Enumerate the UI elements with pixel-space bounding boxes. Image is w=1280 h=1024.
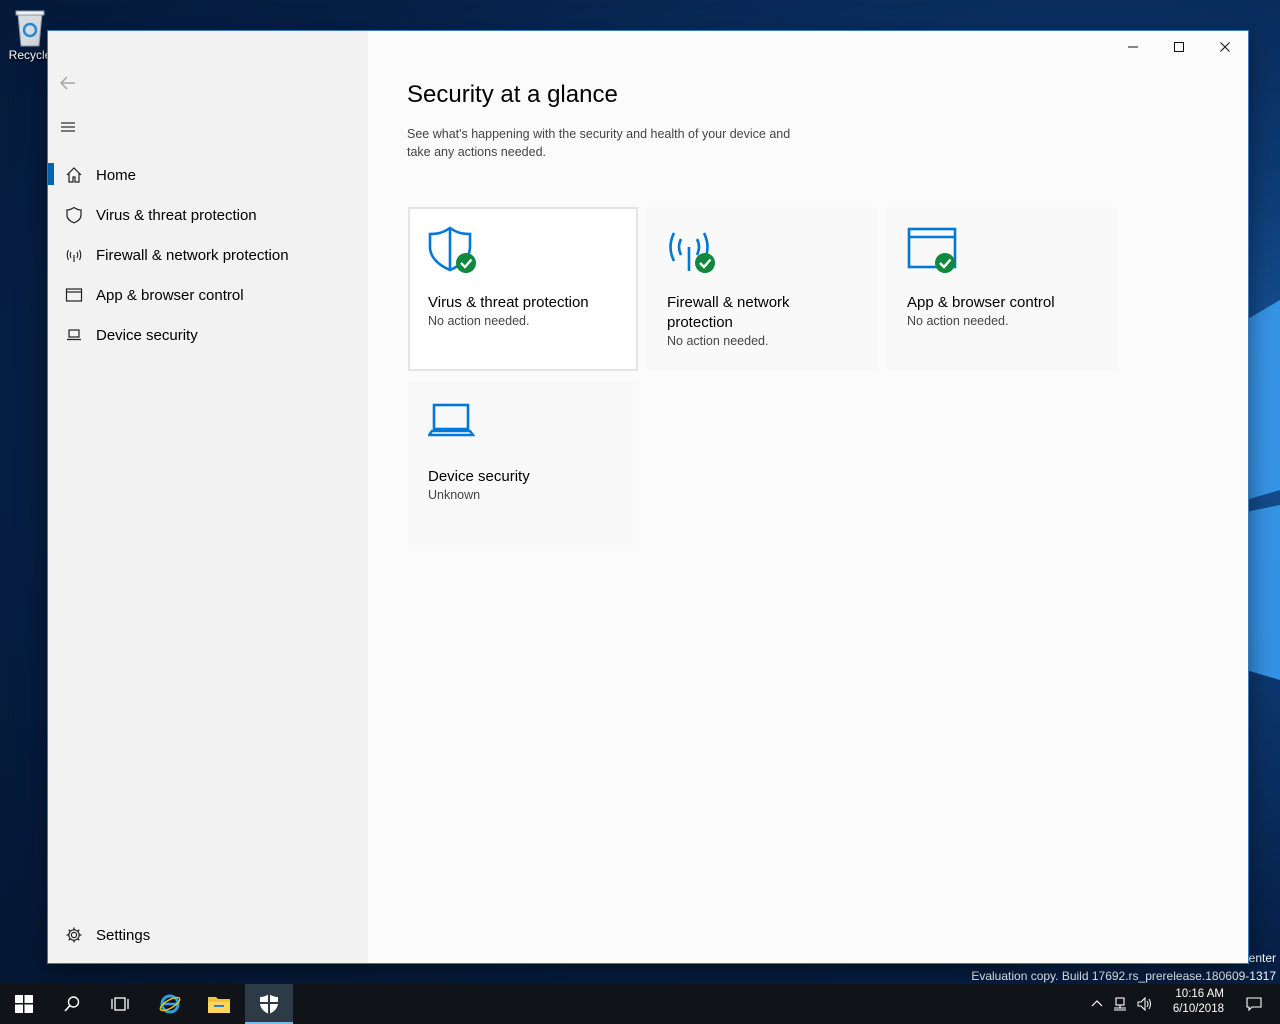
search-icon — [64, 996, 80, 1012]
shield-check-icon — [428, 225, 480, 277]
tile-status: No action needed. — [907, 314, 1009, 328]
main-content: Security at a glance See what's happenin… — [368, 31, 1248, 963]
laptop-icon — [48, 315, 96, 355]
nav-item-firewall[interactable]: Firewall & network protection — [48, 235, 368, 275]
folder-icon — [208, 997, 230, 1013]
security-center-taskbar-button[interactable] — [245, 984, 293, 1024]
search-button[interactable] — [48, 984, 96, 1024]
windows-start-icon — [15, 995, 33, 1013]
watermark-evaluation-copy: Evaluation copy. Build 17692.rs_prerelea… — [971, 969, 1276, 983]
back-arrow-icon — [59, 76, 75, 90]
watermark-line-1: enter — [1248, 951, 1276, 965]
tile-app-browser[interactable]: App & browser control No action needed. — [887, 207, 1117, 371]
clock[interactable]: 10:16 AM 6/10/2018 — [1173, 987, 1224, 1017]
page-subtitle: See what's happening with the security a… — [407, 127, 791, 159]
nav-item-settings[interactable]: Settings — [48, 915, 368, 955]
internet-explorer-button[interactable] — [146, 984, 194, 1024]
tile-status: Unknown — [428, 488, 481, 502]
task-view-icon — [111, 997, 129, 1011]
tile-firewall[interactable]: Firewall & network protection No action … — [647, 207, 877, 371]
tile-title: Virus & threat protection — [428, 294, 589, 311]
tile-virus-threat[interactable]: Virus & threat protection No action need… — [408, 207, 638, 371]
nav-item-app-browser[interactable]: App & browser control — [48, 275, 368, 315]
laptop-icon — [426, 399, 480, 451]
antenna-icon — [48, 235, 96, 275]
tile-title: Firewall & network protection — [667, 294, 790, 331]
browser-window-icon — [48, 275, 96, 315]
tile-status: No action needed. — [428, 314, 530, 328]
recycle-bin-icon — [15, 10, 45, 47]
task-view-button[interactable] — [96, 984, 144, 1024]
menu-button[interactable] — [58, 115, 78, 139]
nav-item-label: App & browser control — [96, 286, 244, 304]
volume-icon[interactable] — [1136, 996, 1152, 1012]
nav-item-device-security[interactable]: Device security — [48, 315, 368, 355]
nav-item-label: Home — [96, 166, 137, 184]
start-button[interactable] — [0, 984, 48, 1024]
tile-title: App & browser control — [907, 294, 1055, 311]
nav-item-label: Device security — [96, 326, 198, 344]
security-center-window: Home Virus & threat protection Firewall … — [48, 31, 1248, 963]
clock-date: 6/10/2018 — [1172, 1003, 1224, 1015]
settings-label: Settings — [96, 926, 151, 944]
hamburger-icon — [61, 122, 75, 132]
nav-item-label: Firewall & network protection — [96, 246, 289, 264]
nav-item-label: Virus & threat protection — [96, 206, 257, 224]
navigation-pane: Home Virus & threat protection Firewall … — [48, 31, 368, 963]
home-icon — [48, 155, 96, 195]
internet-explorer-icon — [159, 994, 181, 1014]
page-title: Security at a glance — [407, 81, 618, 108]
clock-time: 10:16 AM — [1175, 988, 1224, 1000]
notification-icon — [1246, 997, 1262, 1012]
tile-status: No action needed. — [667, 334, 769, 348]
chevron-up-icon[interactable] — [1090, 997, 1104, 1011]
nav-item-virus-threat[interactable]: Virus & threat protection — [48, 195, 368, 235]
browser-check-icon — [907, 225, 959, 277]
shield-icon — [260, 994, 278, 1014]
nav-item-home[interactable]: Home — [48, 155, 368, 195]
back-button[interactable] — [58, 71, 78, 95]
action-center-button[interactable] — [1234, 984, 1274, 1024]
taskbar: 10:16 AM 6/10/2018 — [0, 984, 1280, 1024]
windows-wallpaper-logo — [1246, 300, 1280, 680]
tile-device-security[interactable]: Device security Unknown — [408, 381, 638, 545]
antenna-check-icon — [667, 225, 719, 277]
tile-title: Device security — [428, 468, 530, 485]
gear-icon — [48, 915, 96, 955]
shield-icon — [48, 195, 96, 235]
system-tray — [1090, 984, 1152, 1024]
file-explorer-button[interactable] — [195, 984, 243, 1024]
network-icon[interactable] — [1112, 996, 1128, 1012]
